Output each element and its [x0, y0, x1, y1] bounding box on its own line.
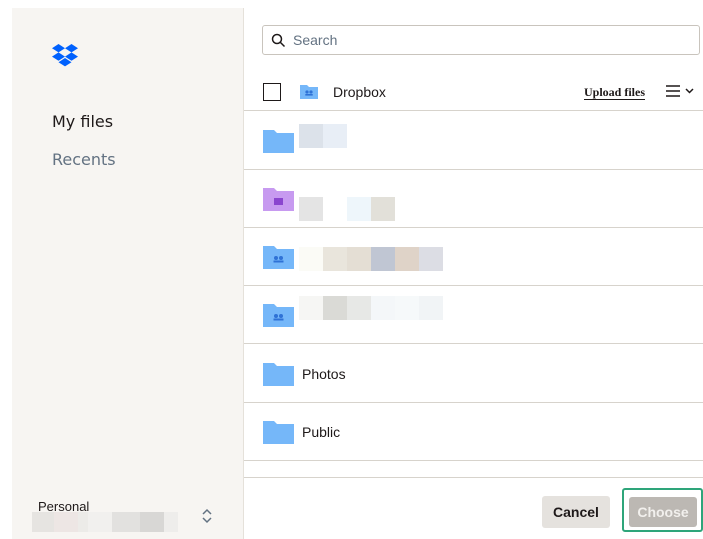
list-item[interactable] — [244, 228, 703, 286]
folder-icon — [263, 130, 294, 153]
list-view-icon[interactable] — [666, 85, 680, 97]
folder-icon — [263, 363, 294, 386]
current-folder-title: Dropbox — [333, 84, 386, 100]
list-item[interactable] — [244, 112, 703, 170]
list-item[interactable]: Photos — [244, 345, 703, 403]
folder-icon — [263, 421, 294, 444]
file-list-header: Dropbox Upload files — [244, 73, 703, 111]
sidebar-item-my-files[interactable]: My files — [52, 112, 113, 131]
sidebar-item-recents[interactable]: Recents — [52, 150, 116, 169]
list-item[interactable] — [244, 170, 703, 228]
chevron-down-icon[interactable] — [685, 88, 694, 94]
list-item[interactable] — [244, 286, 703, 344]
account-switch-chevron-icon[interactable] — [200, 506, 214, 526]
search-icon — [271, 33, 286, 48]
choose-button-focus-ring: Choose — [622, 488, 703, 532]
shared-folder-icon — [300, 85, 318, 99]
search-box[interactable] — [262, 25, 700, 55]
select-all-checkbox[interactable] — [263, 83, 281, 101]
upload-files-link[interactable]: Upload files — [584, 86, 646, 100]
folder-photo-icon — [263, 188, 294, 211]
dialog-footer: Cancel Choose — [244, 477, 703, 539]
dropbox-logo-icon — [52, 44, 78, 67]
shared-folder-icon — [263, 304, 294, 327]
search-input[interactable] — [293, 26, 693, 54]
list-item-name: Public — [302, 424, 341, 440]
list-item[interactable]: Public — [244, 403, 703, 461]
sidebar — [12, 8, 244, 539]
account-email — [32, 512, 182, 532]
cancel-button[interactable]: Cancel — [542, 496, 610, 528]
choose-button[interactable]: Choose — [629, 497, 697, 527]
shared-folder-icon — [263, 246, 294, 269]
list-item — [244, 461, 703, 477]
list-item-name: Photos — [302, 366, 346, 382]
